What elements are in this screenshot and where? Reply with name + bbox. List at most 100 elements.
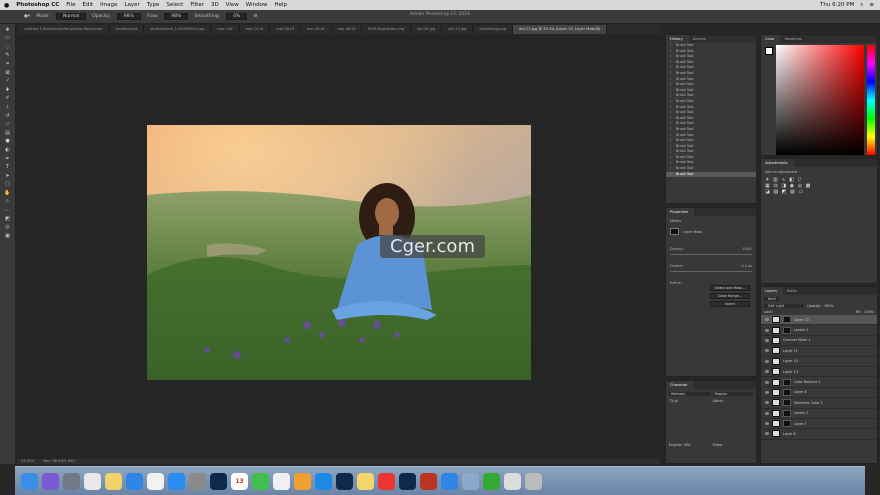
density-value[interactable]: 100% [742, 247, 752, 251]
more-tools-icon[interactable]: … [3, 207, 12, 213]
menu-select[interactable]: Select [166, 2, 183, 8]
layer-row[interactable]: Layer 10 [761, 357, 877, 367]
tab-paths[interactable]: Paths [783, 287, 803, 295]
density-slider[interactable] [670, 254, 752, 255]
safari-2-icon[interactable] [441, 472, 458, 490]
visibility-eye-icon[interactable] [765, 390, 769, 394]
books-icon[interactable] [294, 472, 311, 490]
doc-tab[interactable]: old-13.jpg [442, 25, 474, 34]
visibility-eye-icon[interactable] [765, 432, 769, 436]
feather-value[interactable]: 0.0 px [741, 264, 752, 268]
layer-row[interactable]: Levels 3 [761, 409, 877, 419]
menu-layer[interactable]: Layer [124, 2, 139, 8]
selective-color-icon[interactable]: ▧ [790, 189, 796, 195]
eyedropper-tool-icon[interactable]: ⁄ [3, 78, 12, 84]
siri-icon[interactable] [42, 472, 59, 490]
layer-mask-thumbnail[interactable] [783, 388, 791, 396]
doc-tab[interactable]: shutterstock_1234558013.jpg [144, 25, 212, 34]
tab-color[interactable]: Color [761, 35, 781, 43]
doc-tab[interactable]: mer-14.tif [240, 25, 271, 34]
doc-tab[interactable]: mer-36.tif [332, 25, 363, 34]
gradient-map-icon[interactable]: ▭ [798, 189, 804, 195]
tab-adjustments[interactable]: Adjustments [761, 159, 794, 167]
calendar-icon[interactable]: 13 [231, 472, 248, 490]
layer-opacity-field[interactable]: 100% [824, 304, 834, 308]
doc-tab[interactable]: old-28.jpg [411, 25, 443, 34]
font-family-select[interactable]: Raleway [669, 392, 710, 396]
layer-row[interactable]: Layer 6 [761, 429, 877, 440]
menu-file[interactable]: File [66, 2, 75, 8]
trash-icon[interactable] [525, 472, 542, 490]
notification-icon[interactable]: ≡ [869, 2, 874, 9]
menu-help[interactable]: Help [274, 2, 287, 8]
visibility-eye-icon[interactable] [765, 401, 769, 405]
apple-menu-icon[interactable]: ● [4, 2, 9, 9]
color-range-button[interactable]: Color Range... [710, 293, 750, 299]
visibility-eye-icon[interactable] [765, 349, 769, 353]
ebay-icon[interactable] [378, 472, 395, 490]
settings-gear-icon[interactable]: ⚙ [253, 14, 257, 19]
posterize-icon[interactable]: ▨ [773, 189, 779, 195]
dodge-tool-icon[interactable]: ◐ [3, 147, 12, 153]
tab-layers[interactable]: Layers [761, 287, 783, 295]
blur-tool-icon[interactable]: ● [3, 138, 12, 144]
layer-filter-select[interactable]: Kind [764, 297, 780, 301]
quick-select-tool-icon[interactable]: ✎ [3, 52, 12, 58]
visibility-eye-icon[interactable] [765, 359, 769, 363]
doc-tab[interactable]: mer-28.tif [270, 25, 301, 34]
menu-filter[interactable]: Filter [190, 2, 204, 8]
history-state[interactable]: Brush Tool [666, 171, 756, 178]
doc-tab[interactable]: Untitled-1-Recovered-Recovered-Recovered [18, 25, 110, 34]
app-store-icon[interactable] [168, 472, 185, 490]
photoshop-2-icon[interactable] [336, 472, 353, 490]
select-and-mask-button[interactable]: Select and Mask... [710, 285, 750, 291]
quick-mask-icon[interactable]: ◎ [3, 224, 12, 230]
history-brush-tool-icon[interactable]: ↺ [3, 113, 12, 119]
layer-row[interactable]: Layer 8 [761, 388, 877, 399]
chrome-icon[interactable] [84, 472, 101, 490]
itunes-icon[interactable] [273, 472, 290, 490]
doc-tab[interactable]: RGB Illustration.png [362, 25, 412, 34]
visibility-eye-icon[interactable] [765, 328, 769, 332]
menu-view[interactable]: View [226, 2, 239, 8]
layer-row[interactable]: Selective Color 1 [761, 398, 877, 409]
flow-field[interactable]: 98% [164, 13, 189, 20]
gradient-tool-icon[interactable]: ▤ [3, 130, 12, 136]
tab-swatches[interactable]: Swatches [780, 35, 807, 43]
hue-slider[interactable] [867, 45, 875, 155]
visibility-eye-icon[interactable] [765, 380, 769, 384]
tab-history[interactable]: History [666, 35, 689, 43]
layer-mask-thumbnail[interactable] [783, 399, 791, 407]
system-prefs-icon[interactable] [189, 472, 206, 490]
hand-tool-icon[interactable]: ✋ [3, 190, 12, 196]
healing-tool-icon[interactable]: ✚ [3, 87, 12, 93]
layer-mask-thumbnail[interactable] [783, 378, 791, 386]
lightroom-icon[interactable] [399, 472, 416, 490]
preview-icon[interactable] [462, 472, 479, 490]
language-select[interactable]: English: USA [669, 443, 710, 447]
photos-icon[interactable] [147, 472, 164, 490]
visibility-eye-icon[interactable] [765, 411, 769, 415]
color-lookup-icon[interactable]: ▩ [806, 183, 812, 189]
color-picker-field[interactable] [776, 45, 864, 155]
layer-row[interactable]: Layer 7 [761, 419, 877, 430]
safari-icon[interactable] [126, 472, 143, 490]
lasso-tool-icon[interactable]: ◌ [3, 44, 12, 50]
clock[interactable]: Thu 6:20 PM [820, 2, 854, 9]
layer-mask-thumbnail[interactable] [783, 409, 791, 417]
fill-field[interactable]: 100% [864, 310, 874, 314]
acrobat-icon[interactable] [420, 472, 437, 490]
menu-image[interactable]: Image [100, 2, 117, 8]
finder-icon[interactable] [21, 472, 38, 490]
visibility-eye-icon[interactable] [765, 422, 769, 426]
threshold-icon[interactable]: ◩ [782, 189, 788, 195]
camtasia-icon[interactable] [483, 472, 500, 490]
layer-row[interactable]: Color Balance 1 [761, 377, 877, 388]
layer-row[interactable]: Levels 4 [761, 325, 877, 336]
antialias-select[interactable]: Sharp [713, 443, 754, 447]
path-select-tool-icon[interactable]: ➤ [3, 173, 12, 179]
doc-tab-active[interactable]: old-17.jpg @ 33.3% (Layer 15, Layer Mask… [513, 25, 608, 34]
facetime-icon[interactable] [252, 472, 269, 490]
tab-properties[interactable]: Properties [666, 208, 695, 216]
blend-mode-select[interactable]: Soft Light [764, 304, 804, 308]
